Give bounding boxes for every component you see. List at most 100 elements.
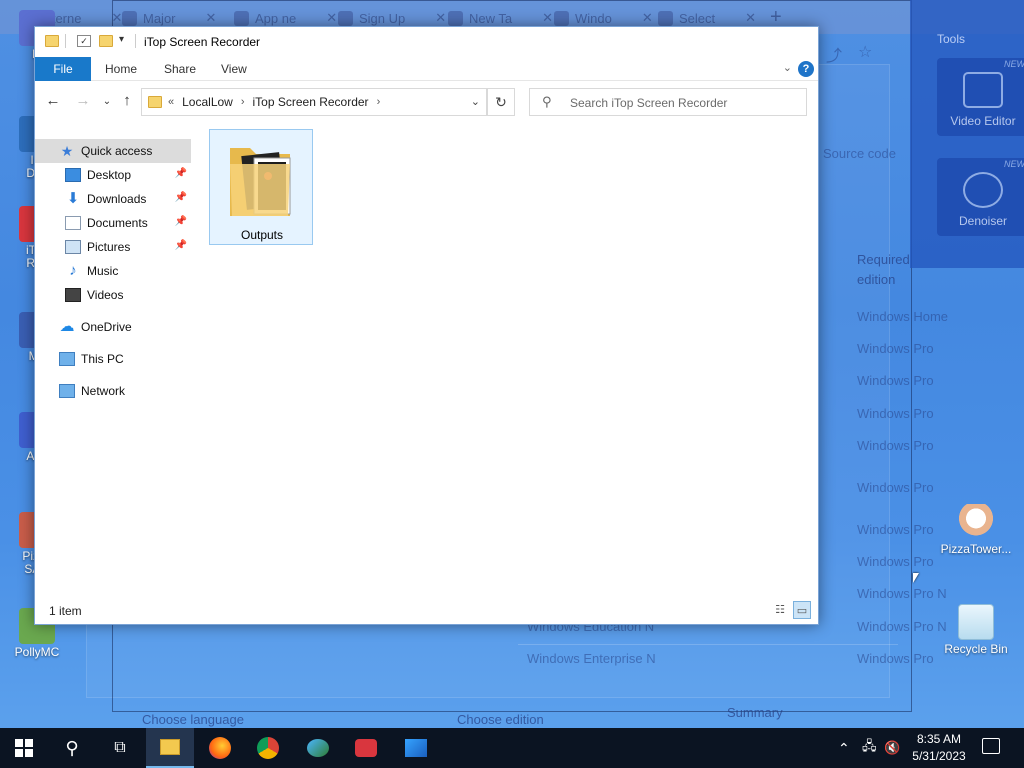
mouse-cursor: [913, 573, 919, 583]
taskbar-chrome[interactable]: [244, 728, 292, 768]
details-view-icon[interactable]: ☷: [771, 601, 789, 619]
search-button[interactable]: ⚲: [48, 728, 96, 768]
table-divider: [518, 644, 898, 645]
chevron-right-icon[interactable]: ›: [377, 96, 381, 108]
folder-name: Outputs: [240, 228, 284, 242]
tab-view[interactable]: View: [207, 57, 261, 81]
expand-ribbon-icon[interactable]: ⌄: [783, 61, 792, 74]
chevron-down-icon[interactable]: ▾: [119, 34, 124, 45]
search-icon: ⚲: [65, 737, 79, 758]
chevron-down-icon[interactable]: ⌄: [471, 95, 480, 108]
taskbar-idm[interactable]: [294, 728, 342, 768]
tool-card-denoiser[interactable]: NEW Denoiser: [937, 158, 1024, 236]
nav-item-label: Videos: [87, 288, 124, 302]
video-editor-icon: [405, 739, 427, 757]
pin-icon[interactable]: 📌: [175, 240, 187, 251]
taskbar-itop-recorder[interactable]: [342, 728, 390, 768]
nav-item[interactable]: Desktop 📌: [35, 163, 191, 187]
file-list[interactable]: Outputs: [195, 127, 815, 597]
folder-item-outputs[interactable]: Outputs: [209, 129, 313, 245]
start-button[interactable]: [0, 728, 48, 768]
nav-item[interactable]: Pictures 📌: [35, 235, 191, 259]
show-hidden-icons[interactable]: ⌃: [838, 728, 850, 768]
chrome-icon: [257, 737, 279, 759]
nav-item-label: Network: [81, 384, 126, 398]
desktop-icon-label: PizzaTower...: [940, 542, 1012, 556]
taskbar-file-explorer[interactable]: [146, 728, 194, 768]
edition-cell: Windows Pro: [857, 438, 934, 453]
chevron-up-icon: ⌃: [838, 739, 850, 756]
pin-icon[interactable]: 📌: [175, 168, 187, 179]
properties-icon[interactable]: ✓: [77, 35, 91, 47]
source-code-link[interactable]: Source code: [823, 146, 896, 161]
documents-icon: [65, 216, 81, 230]
network-tray-icon[interactable]: 🖧: [862, 728, 877, 768]
nav-item[interactable]: ♪ Music: [35, 259, 191, 283]
divider: [65, 34, 66, 48]
new-badge: NEW: [1004, 59, 1024, 69]
help-icon[interactable]: ?: [798, 61, 814, 77]
back-arrow-icon[interactable]: ←: [43, 92, 63, 109]
taskbar-firefox[interactable]: [196, 728, 244, 768]
taskbar-clipchamp[interactable]: [392, 728, 440, 768]
tab-file[interactable]: File: [35, 57, 91, 81]
tool-label: Video Editor: [950, 114, 1016, 128]
search-input[interactable]: ⚲ Search iTop Screen Recorder: [529, 88, 807, 116]
edition-cell: Windows Pro: [857, 554, 934, 569]
clock-time: 8:35 AM: [916, 732, 962, 746]
breadcrumb-locallow[interactable]: LocalLow: [182, 95, 233, 109]
desktop-icon-recycle-bin[interactable]: Recycle Bin: [938, 604, 1014, 656]
windows-logo-icon: [15, 739, 33, 757]
nav-item[interactable]: This PC: [35, 347, 191, 371]
breadcrumb-itop[interactable]: iTop Screen Recorder: [253, 95, 369, 109]
videos-icon: [65, 288, 81, 302]
desktop-icon-pizzatower[interactable]: PizzaTower...: [938, 504, 1014, 556]
folder-icon: [45, 35, 59, 47]
recycle-bin-icon: [958, 604, 994, 640]
refresh-button[interactable]: ↻: [487, 88, 515, 116]
nav-item[interactable]: Videos: [35, 283, 191, 307]
nav-item[interactable]: ★ Quick access: [35, 139, 191, 163]
tab-home[interactable]: Home: [91, 57, 151, 81]
cloud-icon: ☁: [59, 318, 75, 335]
edition-cell: Windows Home: [857, 309, 949, 324]
file-explorer-window[interactable]: ✓ ▾ iTop Screen Recorder File Home Share…: [34, 26, 819, 625]
task-view-icon: ⧉: [114, 739, 126, 756]
forward-arrow-icon[interactable]: →: [73, 92, 93, 109]
system-clock[interactable]: 8:35 AM 5/31/2023: [906, 731, 972, 765]
recent-locations-icon[interactable]: ⌄: [97, 96, 117, 107]
desktop-icon-label: PollyMC: [14, 645, 60, 659]
navigation-pane: ★ Quick access Desktop 📌 ⬇ Downloads 📌 Document…: [35, 127, 195, 597]
item-count: 1 item: [49, 604, 82, 618]
notification-icon[interactable]: [982, 738, 1000, 754]
pin-icon[interactable]: 📌: [175, 192, 187, 203]
task-view-button[interactable]: ⧉: [96, 728, 144, 768]
address-bar[interactable]: « LocalLow › iTop Screen Recorder › ⌄: [141, 88, 487, 116]
status-bar: 1 item ☷ ▭: [35, 597, 818, 624]
up-arrow-icon[interactable]: ↑: [117, 92, 137, 109]
nav-item[interactable]: Documents 📌: [35, 211, 191, 235]
network-icon: [59, 384, 75, 398]
music-icon: ♪: [69, 262, 77, 279]
tab-share[interactable]: Share: [150, 57, 210, 81]
nav-item[interactable]: ☁ OneDrive: [35, 315, 191, 339]
nav-item[interactable]: Network: [35, 379, 191, 403]
new-folder-icon[interactable]: [99, 35, 113, 47]
nav-item[interactable]: ⬇ Downloads 📌: [35, 187, 191, 211]
search-placeholder: Search iTop Screen Recorder: [570, 96, 728, 110]
network-icon: 🖧: [862, 738, 877, 753]
required-edition-header: Required edition: [857, 252, 910, 287]
chevron-right-icon[interactable]: ›: [241, 96, 245, 108]
nav-item-label: Music: [87, 264, 119, 278]
nav-item-label: Pictures: [87, 240, 131, 254]
microphone-icon: [963, 172, 1003, 208]
title-bar[interactable]: ✓ ▾ iTop Screen Recorder: [35, 27, 818, 57]
step-choose-language: Choose language: [142, 712, 244, 727]
tool-card-video-editor[interactable]: NEW Video Editor: [937, 58, 1024, 136]
breadcrumb-overflow[interactable]: «: [168, 96, 174, 108]
volume-tray-icon[interactable]: 🔇: [884, 728, 900, 768]
download-icon: ⬇: [66, 190, 80, 207]
edition-cell: Windows Pro: [857, 373, 934, 388]
large-icons-view-icon[interactable]: ▭: [793, 601, 811, 619]
pin-icon[interactable]: 📌: [175, 216, 187, 227]
